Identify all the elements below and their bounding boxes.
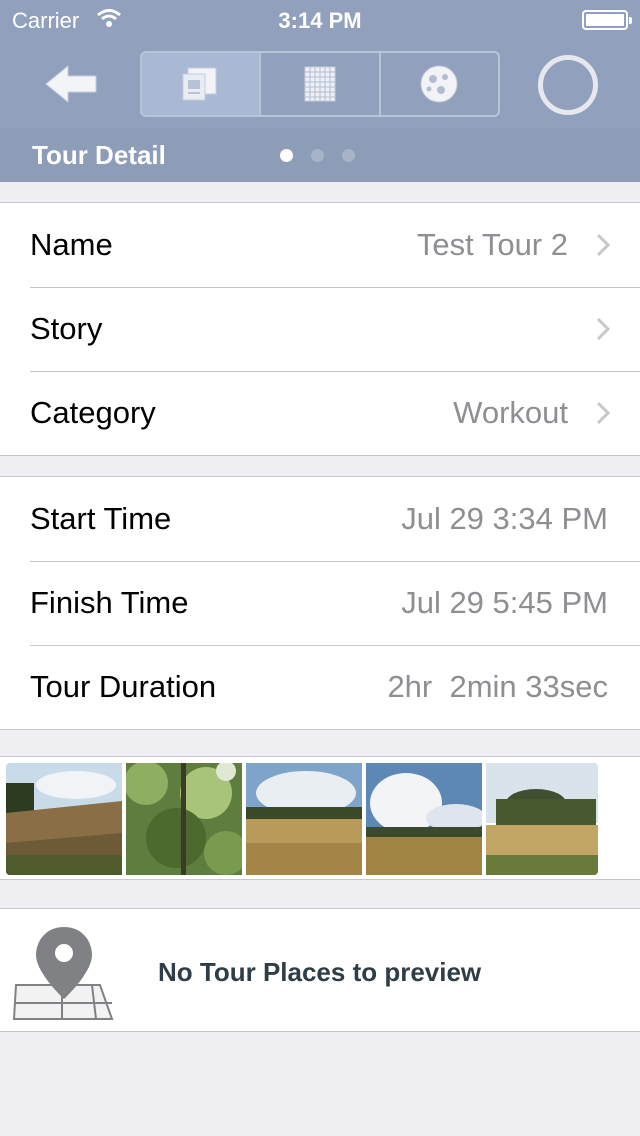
finish-time-label: Finish Time [30, 585, 189, 620]
tour-detail-icon [182, 67, 217, 101]
navigation-bar: Carrier 3:14 PM [0, 0, 640, 128]
status-time: 3:14 PM [278, 8, 362, 33]
chevron-right-icon [596, 317, 610, 341]
circle-icon[interactable] [538, 55, 598, 115]
story-row[interactable]: Story [0, 287, 640, 371]
duration-value: 2hr 2min 33sec [387, 669, 608, 704]
battery-icon [582, 10, 632, 30]
chevron-right-icon [596, 401, 610, 425]
chevron-right-icon [596, 233, 610, 257]
photo-field-4[interactable] [486, 763, 598, 875]
segment-grid[interactable] [261, 53, 381, 115]
segment-tour-detail[interactable] [142, 53, 262, 115]
no-places-message: No Tour Places to preview [158, 957, 482, 987]
name-label: Name [30, 227, 113, 262]
status-bar: Carrier 3:14 PM [0, 0, 640, 40]
page-dot-2 [311, 149, 324, 162]
view-segmented-control [140, 51, 500, 117]
grid-icon [304, 66, 336, 102]
category-label: Category [30, 395, 156, 430]
photo-field-2[interactable] [246, 763, 362, 875]
page-dot-3 [342, 149, 355, 162]
duration-label: Tour Duration [30, 669, 217, 704]
segment-globe[interactable] [381, 53, 498, 115]
finish-time-value: Jul 29 5:45 PM [401, 585, 608, 620]
start-time-label: Start Time [30, 501, 172, 536]
page-indicator[interactable] [280, 149, 355, 162]
subheader-bar: Tour Detail [0, 128, 640, 182]
map-pin-icon [12, 927, 114, 1020]
globe-icon [420, 65, 458, 103]
name-row[interactable]: Name Test Tour 2 [0, 203, 640, 287]
tour-detail-screen: Carrier 3:14 PM Tour Detail Name Test To… [0, 0, 640, 1136]
details-table: Name Test Tour 2 Story Category Workout [0, 202, 640, 456]
times-table: Start Time Jul 29 3:34 PM Finish Time Ju… [0, 476, 640, 730]
start-time-row: Start Time Jul 29 3:34 PM [0, 477, 640, 561]
name-value: Test Tour 2 [416, 227, 568, 262]
story-label: Story [30, 311, 103, 346]
duration-row: Tour Duration 2hr 2min 33sec [0, 645, 640, 729]
photo-field-3[interactable] [366, 763, 482, 875]
finish-time-row: Finish Time Jul 29 5:45 PM [0, 561, 640, 645]
photo-field-1[interactable] [6, 763, 122, 875]
photo-forest[interactable] [126, 763, 242, 875]
category-row[interactable]: Category Workout [0, 371, 640, 455]
back-arrow-icon [45, 64, 97, 104]
start-time-value: Jul 29 3:34 PM [401, 501, 608, 536]
photo-strip [0, 756, 640, 880]
tour-places-preview[interactable]: No Tour Places to preview [0, 908, 640, 1032]
back-button[interactable] [44, 62, 98, 106]
page-dot-1 [280, 149, 293, 162]
category-value: Workout [453, 395, 568, 430]
page-title: Tour Detail [32, 140, 166, 170]
